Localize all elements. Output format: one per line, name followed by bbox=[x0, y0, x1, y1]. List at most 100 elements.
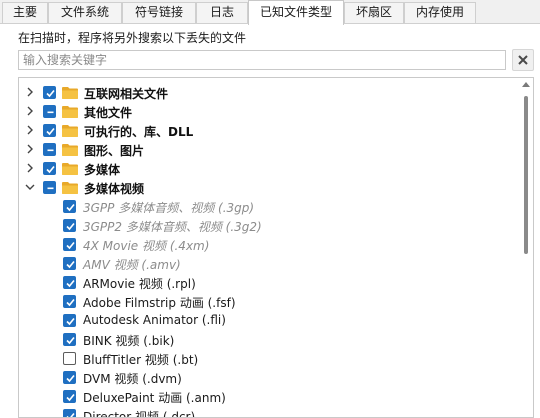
tree-group-row[interactable]: 多媒体 bbox=[19, 159, 515, 178]
tree-group-row[interactable]: 多媒体视频 bbox=[19, 178, 515, 197]
search-input[interactable] bbox=[18, 50, 506, 70]
tree-group-row[interactable]: 可执行的、库、DLL bbox=[19, 121, 515, 140]
folder-icon bbox=[62, 125, 78, 137]
checkbox-checked[interactable] bbox=[63, 371, 76, 384]
checkbox-checked[interactable] bbox=[63, 238, 76, 251]
folder-icon bbox=[62, 144, 78, 156]
tree-item-label: DeluxePaint 动画 (.anm) bbox=[83, 391, 226, 405]
tab-bar: 主要 文件系统 符号链接 日志 已知文件类型 坏扇区 内存使用 bbox=[0, 0, 540, 25]
tab-panel: 在扫描时，程序将另外搜索以下丢失的文件 互联网相关文件其他文件可执行的、库、DL… bbox=[0, 24, 540, 418]
checkmark-icon bbox=[66, 336, 75, 345]
tree-group-row[interactable]: 图形、图片 bbox=[19, 140, 515, 159]
checkbox-checked[interactable] bbox=[63, 295, 76, 308]
checkbox-checked[interactable] bbox=[63, 333, 76, 346]
tree-item-label: 多媒体 bbox=[84, 163, 121, 177]
tree-item-row[interactable]: BluffTitler 视频 (.bt) bbox=[19, 349, 515, 368]
checkmark-icon bbox=[66, 222, 75, 231]
tree-item-row[interactable]: AMV 视频 (.amv) bbox=[19, 254, 515, 273]
tab-memory-usage[interactable]: 内存使用 bbox=[404, 2, 476, 23]
tab-symlinks[interactable]: 符号链接 bbox=[122, 2, 196, 23]
tree-item-row[interactable]: ARMovie 视频 (.rpl) bbox=[19, 273, 515, 292]
folder-icon bbox=[62, 182, 78, 194]
scrollbar-thumb[interactable] bbox=[524, 96, 528, 254]
tree-item-label: DVM 视频 (.dvm) bbox=[83, 372, 182, 386]
checkbox-checked[interactable] bbox=[63, 257, 76, 270]
folder-icon bbox=[62, 87, 78, 99]
tree-item-label: 图形、图片 bbox=[84, 144, 145, 158]
tree-item-label: 4X Movie 视频 (.4xm) bbox=[83, 239, 210, 253]
tree-item-label: BINK 视频 (.bik) bbox=[83, 334, 175, 348]
folder-icon bbox=[62, 163, 78, 175]
checkbox-checked[interactable] bbox=[43, 124, 56, 137]
tree-item-label: 其他文件 bbox=[84, 106, 133, 120]
checkmark-icon bbox=[66, 374, 75, 383]
tree-item-label: 互联网相关文件 bbox=[84, 87, 169, 101]
tab-log[interactable]: 日志 bbox=[196, 2, 248, 23]
tree-item-row[interactable]: 3GPP2 多媒体音频、视频 (.3g2) bbox=[19, 216, 515, 235]
partial-check-icon bbox=[47, 111, 54, 114]
checkmark-icon bbox=[66, 412, 75, 417]
checkbox-partial[interactable] bbox=[43, 143, 56, 156]
checkbox-checked[interactable] bbox=[63, 390, 76, 403]
tab-filesystem[interactable]: 文件系统 bbox=[48, 2, 122, 23]
chevron-right-icon[interactable] bbox=[25, 106, 35, 116]
checkbox-checked[interactable] bbox=[63, 314, 76, 327]
checkbox-checked[interactable] bbox=[63, 276, 76, 289]
tree-item-row[interactable]: DeluxePaint 动画 (.anm) bbox=[19, 387, 515, 406]
checkbox-checked[interactable] bbox=[43, 86, 56, 99]
checkbox-checked[interactable] bbox=[63, 219, 76, 232]
checkbox-checked[interactable] bbox=[63, 200, 76, 213]
tree-item-row[interactable]: Adobe Filmstrip 动画 (.fsf) bbox=[19, 292, 515, 311]
checkmark-icon bbox=[46, 165, 55, 174]
tree-item-row[interactable]: 3GPP 多媒体音频、视频 (.3gp) bbox=[19, 197, 515, 216]
tree-item-label: Director 视频 (.dcr) bbox=[83, 410, 196, 418]
checkbox-partial[interactable] bbox=[43, 105, 56, 118]
checkmark-icon bbox=[66, 393, 75, 402]
tree-item-row[interactable]: DVM 视频 (.dvm) bbox=[19, 368, 515, 387]
chevron-right-icon[interactable] bbox=[25, 87, 35, 97]
checkmark-icon bbox=[66, 279, 75, 288]
close-icon bbox=[518, 55, 528, 65]
checkmark-icon bbox=[66, 260, 75, 269]
partial-check-icon bbox=[47, 149, 54, 152]
checkbox-checked[interactable] bbox=[43, 162, 56, 175]
file-type-tree[interactable]: 互联网相关文件 其他文件可执行的、库、DLL 图形、图片多媒体多媒体视频 3GPP 多… bbox=[18, 77, 534, 418]
tree-item-label: 3GPP2 多媒体音频、视频 (.3g2) bbox=[83, 220, 262, 234]
tree-item-row[interactable]: Director 视频 (.dcr) bbox=[19, 406, 515, 418]
chevron-right-icon[interactable] bbox=[25, 144, 35, 154]
tree-item-label: Autodesk Animator (.fli) bbox=[83, 313, 226, 327]
chevron-right-icon[interactable] bbox=[25, 163, 35, 173]
tree-item-label: 可执行的、库、DLL bbox=[84, 125, 194, 139]
checkbox-partial[interactable] bbox=[43, 181, 56, 194]
description-text: 在扫描时，程序将另外搜索以下丢失的文件 bbox=[18, 31, 247, 45]
checkbox-checked[interactable] bbox=[63, 409, 76, 417]
scroll-up-icon[interactable] bbox=[522, 81, 530, 87]
tree-item-row[interactable]: Autodesk Animator (.fli) bbox=[19, 311, 515, 330]
tree-item-label: 多媒体视频 bbox=[84, 182, 145, 196]
chevron-right-icon[interactable] bbox=[25, 125, 35, 135]
tree-item-row[interactable]: 4X Movie 视频 (.4xm) bbox=[19, 235, 515, 254]
checkmark-icon bbox=[46, 127, 55, 136]
partial-check-icon bbox=[47, 187, 54, 190]
tree-item-label: AMV 视频 (.amv) bbox=[83, 258, 181, 272]
tree-item-label: BluffTitler 视频 (.bt) bbox=[83, 353, 199, 367]
chevron-down-icon[interactable] bbox=[25, 182, 35, 192]
tab-main[interactable]: 主要 bbox=[2, 2, 48, 23]
tree-item-label: ARMovie 视频 (.rpl) bbox=[83, 277, 196, 291]
tab-bad-sectors[interactable]: 坏扇区 bbox=[344, 2, 404, 23]
vertical-scrollbar[interactable] bbox=[519, 78, 533, 417]
checkbox-unchecked[interactable] bbox=[63, 352, 76, 365]
tree-item-label: Adobe Filmstrip 动画 (.fsf) bbox=[83, 296, 236, 310]
checkmark-icon bbox=[66, 203, 75, 212]
clear-search-button[interactable] bbox=[512, 49, 534, 71]
tree-group-row[interactable]: 互联网相关文件 bbox=[19, 83, 515, 102]
checkmark-icon bbox=[46, 89, 55, 98]
tree-item-label: 3GPP 多媒体音频、视频 (.3gp) bbox=[83, 201, 255, 215]
tab-known-file-types[interactable]: 已知文件类型 bbox=[248, 0, 344, 25]
checkmark-icon bbox=[66, 317, 75, 326]
checkmark-icon bbox=[66, 241, 75, 250]
folder-icon bbox=[62, 106, 78, 118]
tree-group-row[interactable]: 其他文件 bbox=[19, 102, 515, 121]
checkmark-icon bbox=[66, 298, 75, 307]
tree-item-row[interactable]: BINK 视频 (.bik) bbox=[19, 330, 515, 349]
